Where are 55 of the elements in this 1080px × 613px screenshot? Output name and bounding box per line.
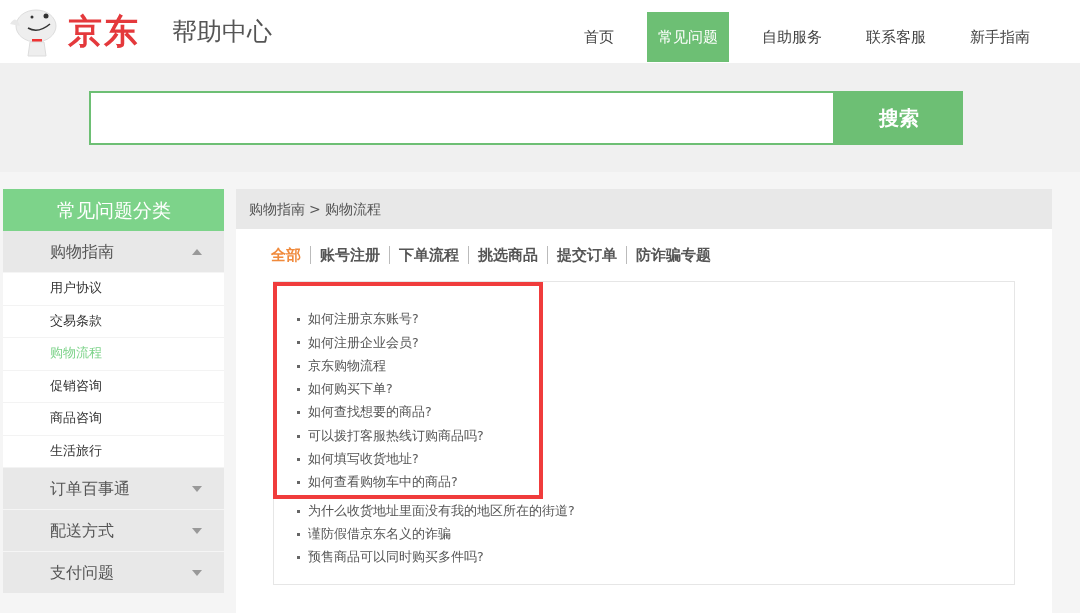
caret-down-icon [192, 527, 202, 534]
bullet-icon [297, 457, 300, 461]
bullet-icon [297, 481, 300, 485]
sidebar-title: 常见问题分类 [3, 189, 224, 231]
nav-tab[interactable]: 首页 [573, 12, 625, 62]
bullet-icon [297, 532, 300, 536]
filter-tab[interactable]: 账号注册 [320, 243, 380, 267]
nav-tab[interactable]: 新手指南 [959, 12, 1041, 62]
category-label: 配送方式 [50, 519, 114, 542]
filter-tab[interactable]: 挑选商品 [478, 243, 538, 267]
question-link[interactable]: 如何注册京东账号? [308, 310, 419, 329]
nav-tab[interactable]: 自助服务 [751, 12, 833, 62]
category-label: 支付问题 [50, 561, 114, 584]
bullet-icon [297, 341, 300, 345]
question-link[interactable]: 如何注册企业会员? [308, 333, 419, 353]
bullet-icon [297, 411, 300, 415]
question-link[interactable]: 如何购买下单? [308, 380, 393, 399]
caret-down-icon [192, 569, 202, 576]
category-label: 订单百事通 [50, 477, 130, 500]
question-link[interactable]: 京东购物流程 [308, 356, 386, 376]
subcategory-item[interactable]: 交易条款 [3, 305, 224, 338]
subcategory-item[interactable]: 用户协议 [3, 273, 224, 306]
category-header[interactable]: 配送方式 [3, 510, 224, 552]
question-link[interactable]: 如何查看购物车中的商品? [308, 473, 458, 493]
filter-tab[interactable]: 防诈骗专题 [636, 243, 711, 267]
category-header[interactable]: 支付问题 [3, 552, 224, 594]
nav-tab[interactable]: 联系客服 [855, 12, 937, 62]
caret-down-icon [192, 485, 202, 492]
filter-tab[interactable]: 下单流程 [399, 243, 459, 267]
breadcrumb-item: 购物流程 [324, 199, 381, 219]
question-link[interactable]: 如何查找想要的商品? [308, 403, 432, 423]
bullet-icon [297, 364, 300, 368]
category-label: 购物指南 [50, 240, 114, 263]
subcategory-item[interactable]: 生活旅行 [3, 435, 224, 468]
bullet-icon [297, 509, 300, 513]
bullet-icon [297, 318, 300, 322]
filter-tab[interactable]: 提交订单 [557, 243, 617, 267]
logo-text: 京东 [68, 10, 140, 53]
category-header[interactable]: 订单百事通 [3, 468, 224, 510]
bullet-icon [297, 388, 300, 392]
bullet-icon [297, 556, 300, 560]
search-field[interactable] [89, 90, 835, 145]
question-link[interactable]: 如何填写收货地址? [308, 450, 419, 469]
bullet-icon [297, 434, 300, 438]
site-title: 帮助中心 [172, 15, 272, 48]
breadcrumb-item: > [309, 199, 321, 219]
question-link[interactable]: 预售商品可以同时购买多件吗? [308, 548, 484, 567]
breadcrumb-item: 购物指南 [249, 199, 305, 219]
subcategory-item[interactable]: 促销咨询 [3, 370, 224, 403]
question-link[interactable]: 为什么收货地址里面没有我的地区所在的街道? [308, 501, 575, 521]
question-link[interactable]: 谨防假借京东名义的诈骗 [308, 524, 451, 544]
subcategory-item[interactable]: 商品咨询 [3, 403, 224, 436]
category-header[interactable]: 购物指南 [3, 231, 224, 273]
caret-up-icon [192, 248, 202, 255]
question-link[interactable]: 可以拨打客服热线订购商品吗? [308, 426, 484, 446]
